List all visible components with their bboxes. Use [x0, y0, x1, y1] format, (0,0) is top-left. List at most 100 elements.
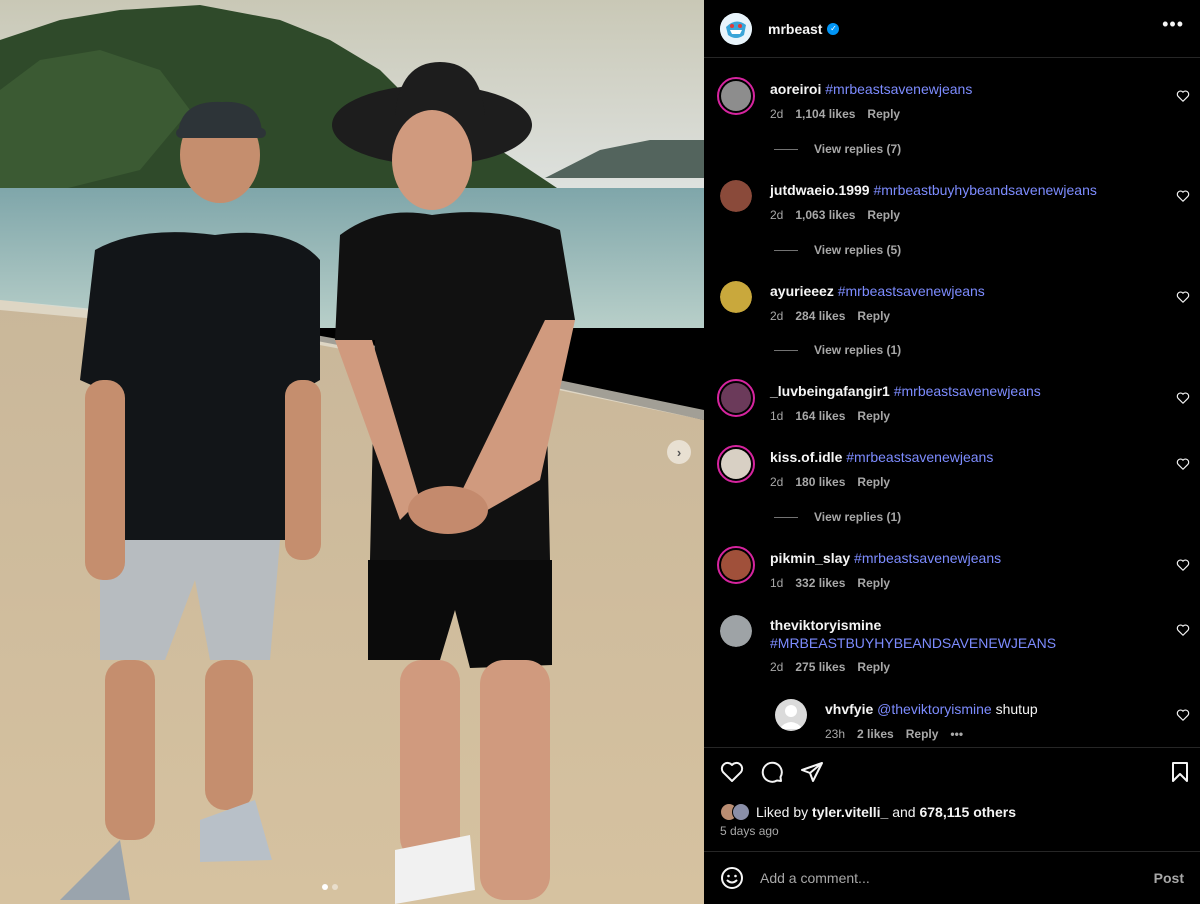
avatar[interactable] — [717, 379, 755, 417]
heart-icon[interactable] — [1176, 623, 1190, 637]
comment-likes[interactable]: 284 likes — [795, 309, 845, 323]
avatar[interactable] — [717, 445, 755, 483]
divider — [774, 148, 798, 150]
heart-icon[interactable] — [1176, 290, 1190, 304]
heart-icon[interactable] — [1176, 89, 1190, 103]
comment-time: 2d — [770, 107, 784, 121]
heart-icon[interactable] — [1176, 457, 1190, 471]
liker-avatars — [720, 803, 750, 821]
comment-likes[interactable]: 332 likes — [795, 576, 845, 590]
view-replies-label: View replies (7) — [814, 142, 902, 156]
liked-by-user[interactable]: tyler.vitelli_ — [812, 804, 888, 820]
comment-input[interactable] — [760, 870, 1144, 886]
more-icon[interactable]: ••• — [1162, 14, 1184, 43]
heart-icon[interactable] — [1176, 708, 1190, 722]
reply-button[interactable]: Reply — [867, 208, 900, 222]
divider — [774, 249, 798, 251]
comment-meta: 2d 284 likes Reply — [770, 309, 890, 323]
comment-username[interactable]: jutdwaeio.1999 — [770, 182, 870, 198]
reply-button[interactable]: Reply — [857, 475, 890, 489]
comment-likes[interactable]: 164 likes — [795, 409, 845, 423]
post-photo[interactable]: › — [0, 0, 704, 904]
avatar[interactable] — [732, 803, 750, 821]
comment-hashtag[interactable]: #mrbeastsavenewjeans — [894, 383, 1041, 399]
avatar[interactable] — [720, 615, 752, 647]
likes-summary: Liked by tyler.vitelli_ and 678,115 othe… — [720, 803, 1016, 821]
comment-time: 2d — [770, 660, 784, 674]
verified-icon: ✓ — [827, 22, 840, 35]
comment-likes[interactable]: 2 likes — [857, 727, 894, 741]
comment-mention[interactable]: @theviktoryismine — [877, 701, 992, 717]
comment-text: shutup — [995, 701, 1038, 717]
comment-meta: 2d 1,063 likes Reply — [770, 208, 900, 222]
next-photo-arrow-icon[interactable]: › — [667, 440, 691, 464]
comment-likes[interactable]: 275 likes — [795, 660, 845, 674]
action-icons — [704, 748, 1200, 798]
comment-time: 1d — [770, 409, 784, 423]
heart-icon[interactable] — [720, 760, 744, 784]
comment-hashtag[interactable]: #mrbeastsavenewjeans — [838, 283, 985, 299]
heart-icon[interactable] — [1176, 558, 1190, 572]
comment-hashtag[interactable]: #mrbeastsavenewjeans — [854, 550, 1001, 566]
avatar[interactable] — [720, 180, 752, 212]
heart-icon[interactable] — [1176, 189, 1190, 203]
reply-button[interactable]: Reply — [857, 409, 890, 423]
view-replies-label: View replies (1) — [814, 343, 902, 357]
post-username[interactable]: mrbeast — [768, 21, 822, 37]
comment-time: 2d — [770, 309, 784, 323]
view-replies-button[interactable]: View replies (7) — [774, 142, 901, 156]
view-replies-button[interactable]: View replies (1) — [774, 343, 901, 357]
comment-likes[interactable]: 180 likes — [795, 475, 845, 489]
comment-time: 23h — [825, 727, 846, 741]
post-timestamp[interactable]: 5 days ago — [720, 824, 779, 838]
comment-username[interactable]: theviktoryismine — [770, 617, 881, 633]
comment-time: 1d — [770, 576, 784, 590]
avatar[interactable] — [775, 699, 807, 731]
comment-username[interactable]: vhvfyie — [825, 701, 873, 717]
comment-username[interactable]: ayurieeez — [770, 283, 834, 299]
comment-username[interactable]: aoreiroi — [770, 81, 821, 97]
comment-meta: 1d 332 likes Reply — [770, 576, 890, 590]
comment-body: jutdwaeio.1999 #mrbeastbuyhybeandsavenew… — [770, 181, 1150, 199]
avatar[interactable] — [717, 77, 755, 115]
post-button[interactable]: Post — [1154, 870, 1184, 886]
comment-meta: 1d 164 likes Reply — [770, 409, 890, 423]
post-actions: Liked by tyler.vitelli_ and 678,115 othe… — [704, 747, 1200, 838]
avatar[interactable] — [717, 546, 755, 584]
comment-body: theviktoryismine #MRBEASTBUYHYBEANDSAVEN… — [770, 616, 1150, 652]
comment-username[interactable]: _luvbeingafangir1 — [770, 383, 890, 399]
comment-username[interactable]: kiss.of.idle — [770, 449, 842, 465]
heart-icon[interactable] — [1176, 391, 1190, 405]
reply-button[interactable]: Reply — [857, 660, 890, 674]
likes-count[interactable]: 678,115 others — [919, 804, 1016, 820]
comment-hashtag[interactable]: #mrbeastsavenewjeans — [825, 81, 972, 97]
comment-hashtag[interactable]: #MRBEASTBUYHYBEANDSAVENEWJEANS — [770, 635, 1056, 651]
comment-username[interactable]: pikmin_slay — [770, 550, 850, 566]
post-header: mrbeast ✓ ••• — [704, 0, 1200, 58]
comment-hashtag[interactable]: #mrbeastbuyhybeandsavenewjeans — [873, 182, 1096, 198]
comment-icon[interactable] — [760, 760, 784, 784]
add-comment-bar: Post — [704, 851, 1200, 904]
comment-meta: 2d 1,104 likes Reply — [770, 107, 900, 121]
carousel-dots — [322, 884, 338, 890]
share-icon[interactable] — [800, 760, 824, 784]
view-replies-label: View replies (5) — [814, 243, 902, 257]
avatar[interactable] — [720, 281, 752, 313]
carousel-dot — [322, 884, 328, 890]
view-replies-button[interactable]: View replies (5) — [774, 243, 901, 257]
comment-likes[interactable]: 1,104 likes — [795, 107, 855, 121]
avatar[interactable] — [720, 12, 752, 45]
reply-button[interactable]: Reply — [867, 107, 900, 121]
liked-by-and: and — [892, 804, 916, 820]
reply-button[interactable]: Reply — [857, 576, 890, 590]
bookmark-icon[interactable] — [1168, 760, 1192, 784]
more-icon[interactable]: ••• — [950, 727, 963, 741]
reply-button[interactable]: Reply — [857, 309, 890, 323]
view-replies-button[interactable]: View replies (1) — [774, 510, 901, 524]
comment-likes[interactable]: 1,063 likes — [795, 208, 855, 222]
comment-hashtag[interactable]: #mrbeastsavenewjeans — [846, 449, 993, 465]
comment-body: ayurieeez #mrbeastsavenewjeans — [770, 282, 1150, 300]
comment-body: kiss.of.idle #mrbeastsavenewjeans — [770, 448, 1150, 466]
reply-button[interactable]: Reply — [906, 727, 939, 741]
emoji-icon[interactable] — [720, 866, 744, 890]
